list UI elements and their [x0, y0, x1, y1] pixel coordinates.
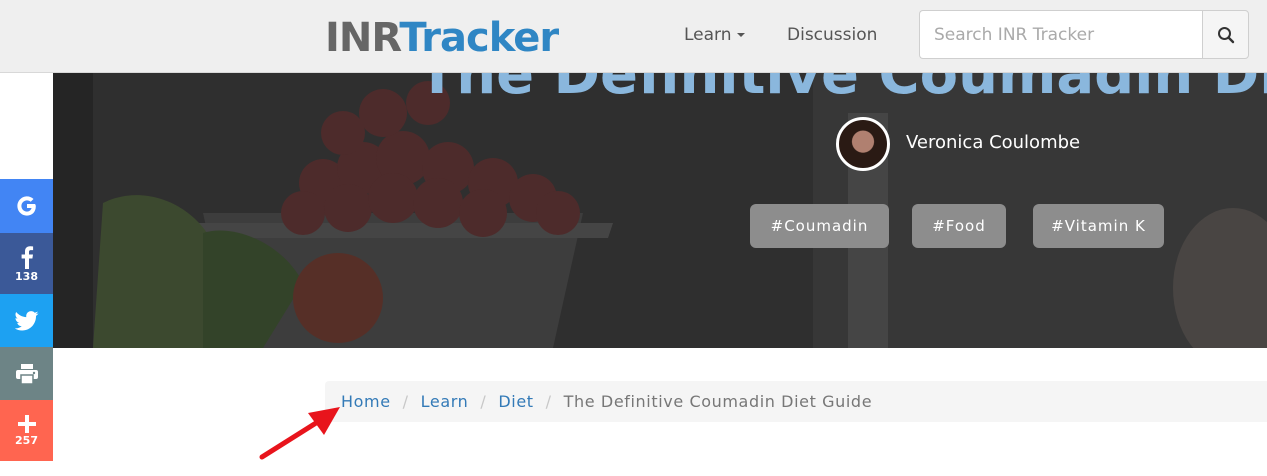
tag-vitamin-k[interactable]: #Vitamin K	[1033, 204, 1164, 248]
nav-learn-label: Learn	[684, 25, 732, 45]
tag-food[interactable]: #Food	[912, 204, 1006, 248]
plus-icon	[17, 414, 36, 433]
search-button[interactable]	[1202, 10, 1249, 59]
twitter-share-button[interactable]	[0, 294, 53, 347]
google-icon	[16, 196, 36, 216]
top-navbar: INRTracker Learn Discussion	[0, 0, 1267, 73]
print-button[interactable]	[0, 347, 53, 400]
hero-banner: The Definitive Coumadin Diet Guide Veron…	[53, 73, 1267, 348]
author-name[interactable]: Veronica Coulombe	[906, 132, 1080, 154]
facebook-share-count: 138	[15, 269, 38, 283]
article-title: The Definitive Coumadin Diet Guide	[418, 73, 1267, 107]
logo-inr-text: INR	[325, 15, 400, 61]
breadcrumb-home[interactable]: Home	[341, 392, 391, 411]
search-icon	[1217, 26, 1234, 43]
logo-tracker-text: Tracker	[399, 15, 559, 61]
red-arrow-icon	[259, 407, 340, 460]
search-input[interactable]	[919, 10, 1203, 59]
more-share-count: 257	[15, 433, 38, 447]
breadcrumb-current: The Definitive Coumadin Diet Guide	[563, 392, 873, 411]
social-share-sidebar: 138 257	[0, 179, 53, 461]
site-logo[interactable]: INRTracker	[325, 14, 559, 62]
breadcrumb: Home / Learn / Diet / The Definitive Cou…	[325, 381, 1267, 422]
nav-learn-dropdown[interactable]: Learn	[684, 24, 745, 46]
nav-discussion-link[interactable]: Discussion	[787, 24, 877, 46]
more-share-button[interactable]: 257	[0, 400, 53, 461]
caret-down-icon	[736, 33, 745, 37]
twitter-icon	[14, 310, 38, 330]
facebook-icon	[21, 245, 33, 269]
breadcrumb-separator: /	[545, 392, 552, 411]
breadcrumb-separator: /	[402, 392, 409, 411]
breadcrumb-separator: /	[480, 392, 487, 411]
author-avatar[interactable]	[836, 117, 890, 171]
breadcrumb-diet[interactable]: Diet	[498, 392, 533, 411]
google-share-button[interactable]	[0, 179, 53, 233]
page: The Definitive Coumadin Diet Guide Veron…	[0, 0, 1267, 476]
breadcrumb-learn[interactable]: Learn	[421, 392, 469, 411]
facebook-share-button[interactable]: 138	[0, 233, 53, 294]
tag-coumadin[interactable]: #Coumadin	[750, 204, 889, 248]
print-icon	[15, 363, 38, 384]
